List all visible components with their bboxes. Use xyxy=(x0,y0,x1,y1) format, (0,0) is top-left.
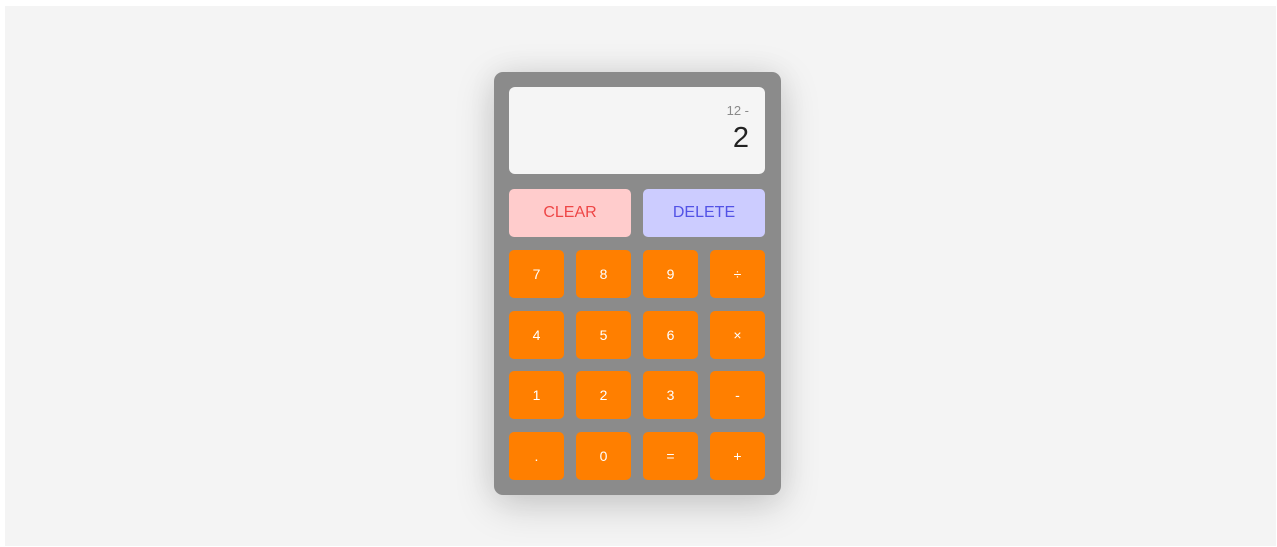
current-operand: 2 xyxy=(732,122,749,154)
digit-2-button[interactable]: 2 xyxy=(576,371,631,419)
calculator: 12 - 2 CLEAR DELETE 7 8 9 ÷ 4 5 6 × 1 2 … xyxy=(494,72,781,495)
decimal-button[interactable]: . xyxy=(509,432,564,480)
digit-5-button[interactable]: 5 xyxy=(576,311,631,359)
digit-7-button[interactable]: 7 xyxy=(509,250,564,298)
digit-8-button[interactable]: 8 xyxy=(576,250,631,298)
subtract-button[interactable]: - xyxy=(710,371,765,419)
calculator-display: 12 - 2 xyxy=(509,87,765,174)
delete-button[interactable]: DELETE xyxy=(643,189,765,237)
previous-operand: 12 - xyxy=(726,103,749,118)
add-button[interactable]: + xyxy=(710,432,765,480)
equals-button[interactable]: = xyxy=(643,432,698,480)
digit-6-button[interactable]: 6 xyxy=(643,311,698,359)
divide-button[interactable]: ÷ xyxy=(710,250,765,298)
digit-1-button[interactable]: 1 xyxy=(509,371,564,419)
clear-button[interactable]: CLEAR xyxy=(509,189,631,237)
digit-0-button[interactable]: 0 xyxy=(576,432,631,480)
digit-9-button[interactable]: 9 xyxy=(643,250,698,298)
page-background: 12 - 2 CLEAR DELETE 7 8 9 ÷ 4 5 6 × 1 2 … xyxy=(5,6,1276,546)
multiply-button[interactable]: × xyxy=(710,311,765,359)
digit-4-button[interactable]: 4 xyxy=(509,311,564,359)
digit-3-button[interactable]: 3 xyxy=(643,371,698,419)
